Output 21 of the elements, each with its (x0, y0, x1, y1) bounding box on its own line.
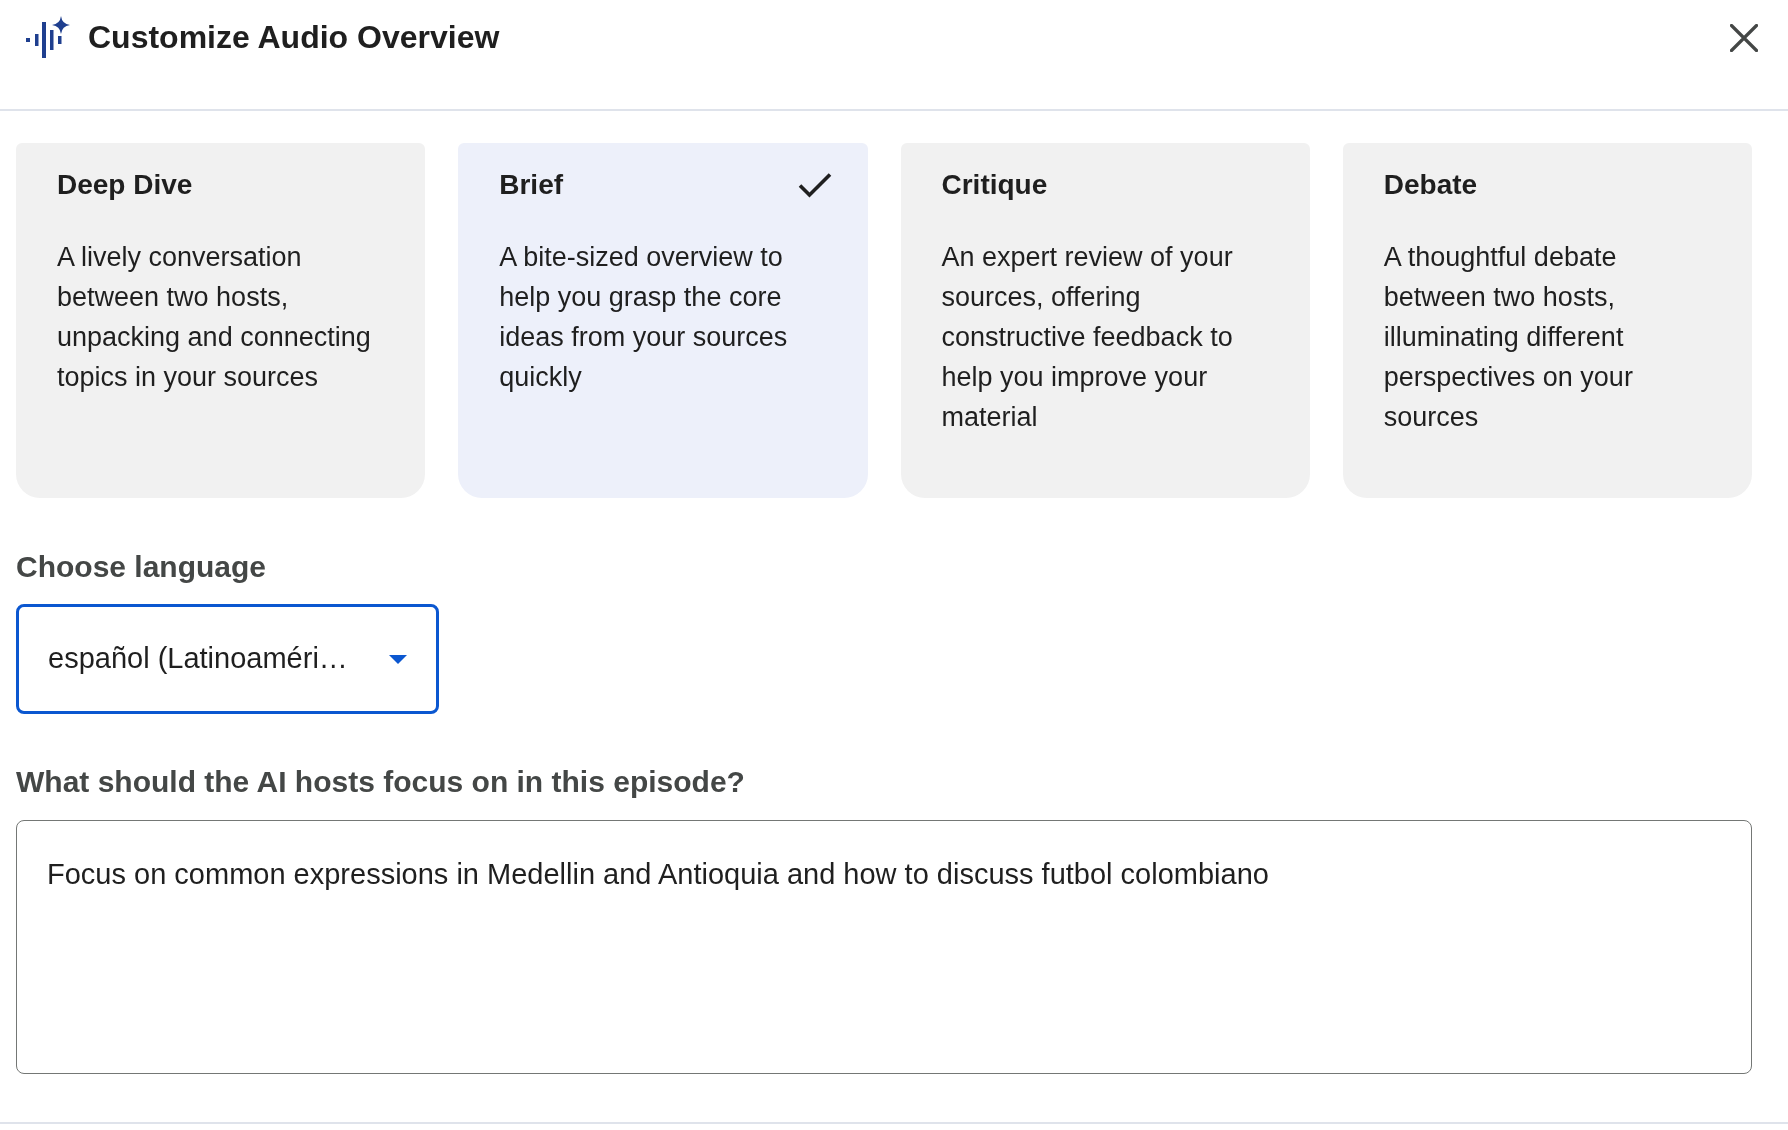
format-card[interactable]: Brief A bite-sized overview to help you grasp the core ideas from your sources quickly (458, 143, 868, 498)
language-dropdown[interactable]: español (Latinoaméri… (16, 604, 439, 714)
format-card[interactable]: Critique An expert review of your sources, offering constructive feedback to help you improve your material (900, 143, 1310, 498)
checkmark-icon (797, 172, 832, 198)
format-description: A thoughtful debate between two hosts, illuminating different perspectives on your sources (1383, 241, 1634, 434)
focus-text-field[interactable]: Focus on common expressions in Medellin and Antioquia and how to discuss futbol colombiano (16, 820, 1752, 1074)
focus-label: What should the AI hosts focus on in this episode? (16, 764, 746, 800)
format-description: An expert review of your sources, offering constructive feedback to help you improve your material (941, 241, 1234, 434)
format-card[interactable]: Debate A thoughtful debate between two hosts, illuminating different perspectives on your sources (1342, 143, 1752, 498)
audio-sparkle-icon (26, 16, 70, 58)
format-description: A bite-sized overview to help you grasp the core ideas from your sources quickly (499, 241, 789, 394)
format-description: A lively conversation between two hosts, unpacking and connecting topics in your sources (57, 241, 372, 394)
format-title: Brief (499, 168, 564, 202)
format-title: Deep Dive (57, 168, 193, 202)
format-title: Critique (941, 168, 1048, 202)
close-icon (1730, 24, 1758, 52)
language-label: Choose language (16, 549, 268, 585)
format-title: Debate (1383, 168, 1478, 202)
format-card[interactable]: Deep Dive A lively conversation between two hosts, unpacking and connecting topics in your sources (16, 143, 426, 498)
caret-icon (389, 654, 407, 664)
dialog-title: Customize Audio Overview (88, 18, 500, 57)
